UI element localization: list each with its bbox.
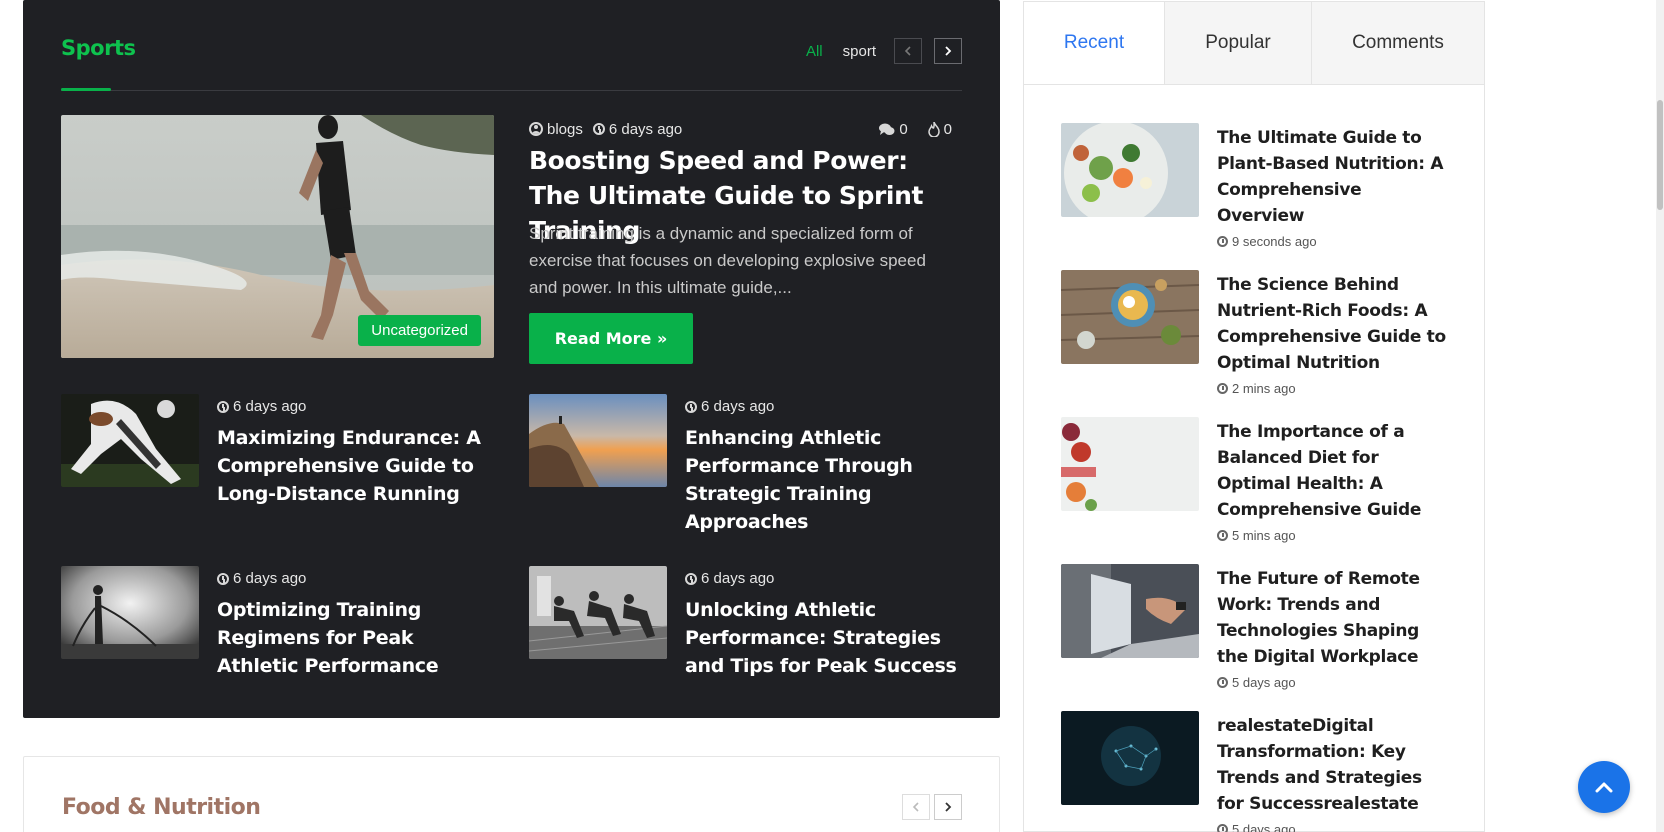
clock-icon (1217, 677, 1228, 688)
tab-popular[interactable]: Popular (1165, 2, 1312, 84)
post-title[interactable]: Maximizing Endurance: A Comprehensive Gu… (217, 424, 497, 508)
author-name[interactable]: blogs (547, 121, 583, 138)
post-date-text: 2 mins ago (1232, 381, 1296, 396)
post-date-text: 6 days ago (701, 398, 775, 415)
post-date: 9 seconds ago (1217, 234, 1317, 249)
clock-icon (1217, 383, 1228, 394)
clock-icon (685, 400, 697, 413)
prev-button[interactable] (902, 794, 930, 820)
post-thumbnail[interactable] (1061, 417, 1199, 511)
post-thumbnail[interactable] (61, 566, 199, 659)
comments-number: 0 (899, 120, 908, 138)
food-block: Food & Nutrition (23, 756, 1000, 832)
post-title[interactable]: Optimizing Training Regimens for Peak At… (217, 596, 497, 680)
post-date: 5 days ago (1217, 675, 1296, 690)
post-date: 6 days ago (592, 120, 683, 138)
clock-icon (592, 123, 605, 135)
widget-tabs: Recent Popular Comments (1024, 2, 1484, 85)
post-date: 5 mins ago (1217, 528, 1296, 543)
list-item: The Science Behind Nutrient-Rich Foods: … (1061, 270, 1451, 400)
post-title[interactable]: Enhancing Athletic Performance Through S… (685, 424, 965, 536)
back-to-top-button[interactable] (1578, 761, 1630, 813)
post-date-text: 6 days ago (233, 398, 307, 415)
clock-icon (217, 572, 229, 585)
read-more-button[interactable]: Read More » (529, 313, 693, 364)
page: Sports All sport Uncategorized blogs 6 d… (0, 0, 1664, 832)
clock-icon (685, 572, 697, 585)
clock-icon (1217, 530, 1228, 541)
post-date-text: 6 days ago (233, 570, 307, 587)
tab-recent[interactable]: Recent (1024, 2, 1165, 84)
chevron-up-icon (1595, 782, 1613, 793)
chevron-right-icon (945, 802, 952, 812)
post-date-text: 5 mins ago (1232, 528, 1296, 543)
post-thumbnail[interactable] (529, 394, 667, 487)
title-underline (61, 88, 111, 91)
clock-icon (1217, 824, 1228, 832)
post-thumbnail[interactable] (61, 394, 199, 487)
post-card: 6 days ago Maximizing Endurance: A Compr… (61, 394, 494, 514)
food-title[interactable]: Food & Nutrition (62, 795, 261, 820)
list-item: The Importance of a Balanced Diet for Op… (1061, 417, 1451, 547)
post-title[interactable]: The Importance of a Balanced Diet for Op… (1217, 419, 1452, 523)
list-item: The Future of Remote Work: Trends and Te… (1061, 564, 1451, 694)
post-date: 2 mins ago (1217, 381, 1296, 396)
sports-filters: All sport (800, 38, 962, 64)
post-date-text: 9 seconds ago (1232, 234, 1317, 249)
post-date: 5 days ago (1217, 822, 1296, 832)
page-scrollbar[interactable] (1656, 0, 1664, 832)
post-thumbnail[interactable] (1061, 564, 1199, 658)
clock-icon (217, 400, 229, 413)
post-date-text: 5 days ago (1232, 822, 1296, 832)
post-card: 6 days ago Optimizing Training Regimens … (61, 566, 494, 686)
post-date-text: 6 days ago (608, 120, 683, 138)
list-item: The Ultimate Guide to Plant-Based Nutrit… (1061, 123, 1451, 253)
post-date-text: 6 days ago (701, 570, 775, 587)
tabs-widget: Recent Popular Comments The Ultimate Gui… (1023, 1, 1485, 832)
post-thumbnail[interactable] (1061, 270, 1199, 364)
comments-count[interactable]: 0 (879, 120, 908, 138)
post-date: 6 days ago (685, 570, 774, 587)
post-date-text: 5 days ago (1232, 675, 1296, 690)
clock-icon (1217, 236, 1228, 247)
sports-block: Sports All sport Uncategorized blogs 6 d… (23, 0, 1000, 718)
post-date: 6 days ago (217, 398, 306, 415)
list-item: realestateDigital Transformation: Key Tr… (1061, 711, 1451, 832)
post-title[interactable]: The Ultimate Guide to Plant-Based Nutrit… (1217, 125, 1452, 229)
post-date: 6 days ago (217, 570, 306, 587)
sports-header: Sports All sport (61, 36, 962, 91)
post-card: 6 days ago Unlocking Athletic Performanc… (529, 566, 962, 686)
post-thumbnail[interactable] (529, 566, 667, 659)
tab-comments[interactable]: Comments (1312, 2, 1484, 84)
user-icon (529, 122, 543, 136)
author[interactable]: blogs (529, 121, 583, 138)
filter-all[interactable]: All (800, 43, 829, 60)
filter-sport[interactable]: sport (837, 43, 882, 60)
views-number: 0 (943, 120, 952, 138)
views-count: 0 (927, 120, 952, 138)
scrollbar-thumb[interactable] (1657, 100, 1663, 210)
comments-icon (879, 123, 895, 135)
post-title[interactable]: realestateDigital Transformation: Key Tr… (1217, 713, 1452, 817)
featured-meta: blogs 6 days ago 0 0 (529, 118, 962, 140)
featured-excerpt: Sprint training is a dynamic and special… (529, 224, 926, 297)
category-badge[interactable]: Uncategorized (358, 315, 481, 346)
post-title[interactable]: Unlocking Athletic Performance: Strategi… (685, 596, 965, 680)
fire-icon (927, 121, 940, 137)
post-title[interactable]: The Science Behind Nutrient-Rich Foods: … (1217, 272, 1452, 376)
next-button[interactable] (934, 38, 962, 64)
chevron-right-icon (945, 46, 952, 56)
post-thumbnail[interactable] (1061, 711, 1199, 805)
post-thumbnail[interactable] (1061, 123, 1199, 217)
chevron-left-icon (912, 802, 919, 812)
post-stats: 0 0 (879, 121, 962, 138)
post-title[interactable]: The Future of Remote Work: Trends and Te… (1217, 566, 1452, 670)
food-nav (898, 794, 962, 820)
post-date: 6 days ago (685, 398, 774, 415)
featured-image[interactable]: Uncategorized (61, 115, 494, 358)
chevron-left-icon (904, 46, 911, 56)
post-card: 6 days ago Enhancing Athletic Performanc… (529, 394, 962, 534)
prev-button[interactable] (894, 38, 922, 64)
next-button[interactable] (934, 794, 962, 820)
